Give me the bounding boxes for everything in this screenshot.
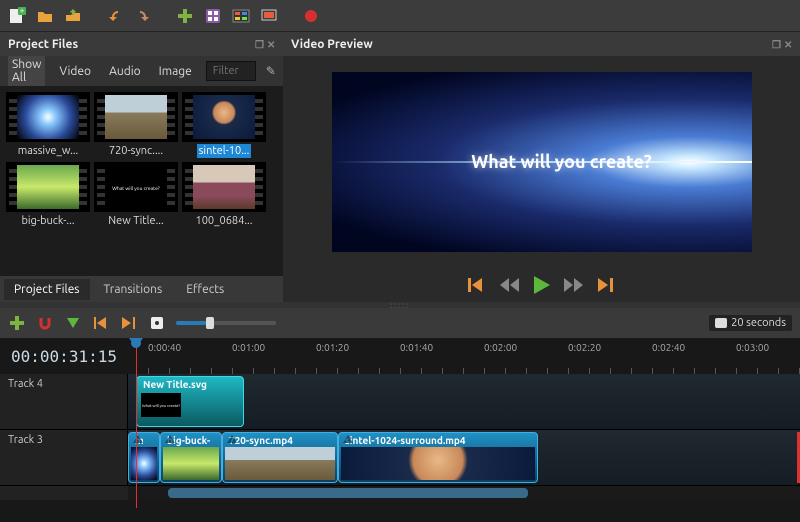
new-project-button[interactable]: +	[6, 5, 28, 27]
filter-audio[interactable]: Audio	[105, 63, 145, 80]
clear-filter-icon[interactable]: ✎	[266, 64, 276, 78]
ruler-tick: 0:00:40	[148, 342, 181, 353]
undo-button[interactable]	[104, 5, 126, 27]
project-item[interactable]: big-buck-...	[6, 162, 90, 228]
timecode-display[interactable]: 00:00:31:15	[0, 338, 128, 374]
thumbnail-grid: massive_w... 720-sync.... sintel-10... big-…	[0, 86, 283, 276]
preview-frame[interactable]: What will you create?	[332, 72, 752, 252]
timeline-toolbar: 20 seconds	[0, 308, 800, 338]
center-playhead-button[interactable]	[148, 314, 166, 332]
jump-end-button[interactable]	[598, 278, 616, 292]
export-button[interactable]	[62, 5, 84, 27]
record-button[interactable]	[300, 5, 322, 27]
timeline-ruler[interactable]: 0:00:40 0:01:00 0:01:20 0:01:40 0:02:00 0:02:…	[128, 338, 800, 374]
preview-area: What will you create?	[283, 56, 800, 268]
add-track-button[interactable]	[8, 314, 26, 332]
clip-label: 720-sync.mp4	[229, 435, 293, 446]
zoom-slider[interactable]	[176, 321, 276, 325]
jump-start-button[interactable]	[468, 278, 486, 292]
snap-button[interactable]	[36, 314, 54, 332]
redo-button[interactable]	[132, 5, 154, 27]
preview-text: What will you create?	[471, 152, 651, 172]
track: Track 3mbig-buck- 720-sync.mp4 sintel-1024…	[0, 430, 800, 486]
clip[interactable]: 720-sync.mp4	[222, 432, 338, 483]
panel-title-label: Video Preview	[291, 38, 373, 51]
forward-button[interactable]	[564, 278, 584, 292]
ruler-tick: 0:03:00	[736, 342, 769, 353]
close-icon[interactable]: ✕	[784, 39, 794, 49]
project-item-label: 720-sync....	[107, 144, 165, 158]
panel-title-label: Project Files	[8, 38, 78, 51]
next-marker-button[interactable]	[120, 314, 138, 332]
project-files-panel: Project Files ❐✕ Show All Video Audio Im…	[0, 32, 283, 302]
tab-project-files[interactable]: Project Files	[4, 279, 90, 300]
video-preview-title: Video Preview ❐✕	[283, 32, 800, 56]
timeline-hscroll[interactable]	[0, 486, 800, 500]
clip[interactable]: big-buck-	[160, 432, 222, 483]
project-files-title: Project Files ❐✕	[0, 32, 283, 56]
playhead-line[interactable]	[136, 374, 137, 508]
ruler-tick: 0:02:00	[484, 342, 517, 353]
project-item-label: 100_0684...	[194, 214, 255, 228]
clip-label: sintel-1024-surround.mp4	[345, 435, 466, 446]
ruler-tick: 0:02:40	[652, 342, 685, 353]
transport-controls	[283, 268, 800, 302]
view-button[interactable]	[230, 5, 252, 27]
project-item-label: sintel-10...	[197, 144, 252, 158]
svg-text:+: +	[20, 7, 25, 15]
project-item[interactable]: sintel-10...	[182, 92, 266, 158]
undock-icon[interactable]: ❐	[255, 39, 265, 49]
add-button[interactable]	[174, 5, 196, 27]
project-item[interactable]: massive_w...	[6, 92, 90, 158]
video-preview-panel: Video Preview ❐✕ What will you create?	[283, 32, 800, 302]
fullscreen-button[interactable]	[258, 5, 280, 27]
ruler-tick: 0:01:00	[232, 342, 265, 353]
project-item[interactable]: 720-sync....	[94, 92, 178, 158]
tab-transitions[interactable]: Transitions	[94, 279, 173, 300]
project-item[interactable]: 100_0684...	[182, 162, 266, 228]
ruler-row: 00:00:31:15 0:00:40 0:01:00 0:01:20 0:01:40…	[0, 338, 800, 374]
bottom-tabs: Project Files Transitions Effects	[0, 276, 283, 302]
track-body[interactable]: New Title.svgWhat will you create?	[128, 374, 800, 429]
duration-display[interactable]: 20 seconds	[709, 315, 792, 331]
tracks-area: Track 4New Title.svgWhat will you create…	[0, 374, 800, 522]
project-item-label: New Title...	[106, 214, 165, 228]
marker-dropdown[interactable]	[64, 314, 82, 332]
filter-video[interactable]: Video	[55, 63, 95, 80]
panels-row: Project Files ❐✕ Show All Video Audio Im…	[0, 32, 800, 302]
clip[interactable]: m	[128, 432, 160, 483]
filter-image[interactable]: Image	[155, 63, 196, 80]
clip[interactable]: New Title.svgWhat will you create?	[136, 376, 244, 427]
close-icon[interactable]: ✕	[267, 39, 277, 49]
main-toolbar: +	[0, 0, 800, 32]
playhead[interactable]	[136, 338, 137, 374]
ruler-tick: 0:01:20	[316, 342, 349, 353]
undock-icon[interactable]: ❐	[772, 39, 782, 49]
rewind-button[interactable]	[500, 278, 520, 292]
filter-row: Show All Video Audio Image ✎	[0, 56, 283, 86]
filter-show-all[interactable]: Show All	[8, 56, 45, 86]
filter-input[interactable]	[206, 61, 256, 81]
track-body[interactable]: mbig-buck- 720-sync.mp4 sintel-1024-surrou…	[128, 430, 800, 485]
tab-effects[interactable]: Effects	[176, 279, 234, 300]
prev-marker-button[interactable]	[92, 314, 110, 332]
play-button[interactable]	[534, 276, 550, 294]
ruler-tick: 0:02:20	[568, 342, 601, 353]
open-project-button[interactable]	[34, 5, 56, 27]
preferences-button[interactable]	[202, 5, 224, 27]
clip-label: New Title.svg	[143, 379, 207, 390]
project-item[interactable]: What will you create?New Title...	[94, 162, 178, 228]
track-header[interactable]: Track 4	[0, 374, 128, 429]
track-header[interactable]: Track 3	[0, 430, 128, 485]
project-item-label: big-buck-...	[19, 214, 76, 228]
ruler-tick: 0:01:40	[400, 342, 433, 353]
clip[interactable]: sintel-1024-surround.mp4	[338, 432, 538, 483]
project-item-label: massive_w...	[16, 144, 81, 158]
track: Track 4New Title.svgWhat will you create…	[0, 374, 800, 430]
